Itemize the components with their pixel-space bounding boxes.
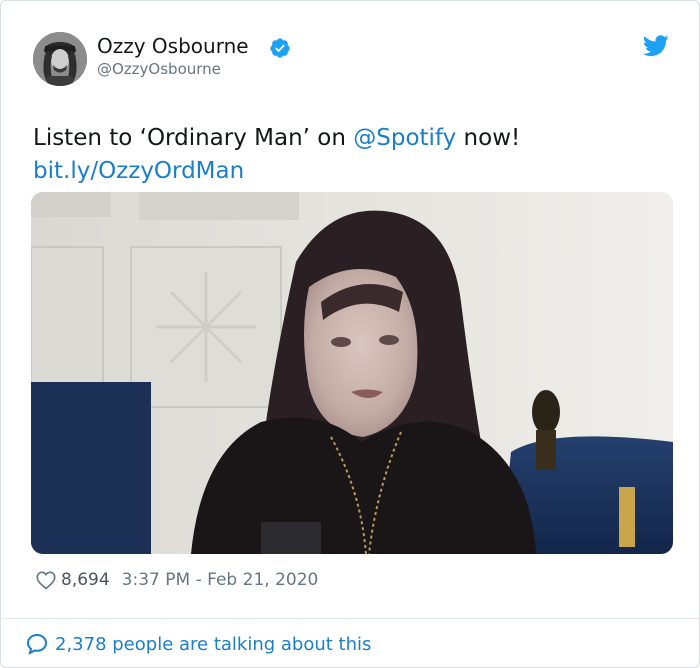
media-photo [31,192,673,554]
tweet-card: Ozzy Osbourne @OzzyOsbourne Listen to ‘O… [0,0,700,668]
talking-about-link[interactable]: 2,378 people are talking about this [25,630,371,658]
spotify-mention-link[interactable]: @Spotify [353,125,456,151]
handle[interactable]: @OzzyOsbourne [97,59,221,79]
tweet-text: Listen to ‘Ordinary Man’ on @Spotify now… [33,122,673,188]
tweet-meta: 8,694 3:37 PM - Feb 21, 2020 [35,567,318,593]
tweet-date[interactable]: Feb 21, 2020 [207,570,318,590]
tweet-media-image[interactable] [31,192,673,554]
talking-about-text[interactable]: 2,378 people are talking about this [55,634,371,655]
display-name[interactable]: Ozzy Osbourne [97,33,249,59]
like-count[interactable]: 8,694 [61,570,110,590]
heart-icon[interactable] [35,569,57,591]
avatar-image [33,32,87,86]
tweet-url-link[interactable]: bit.ly/OzzyOrdMan [33,158,244,184]
tweet-time[interactable]: 3:37 PM [122,570,191,590]
meta-separator: - [190,570,208,590]
twitter-bird-icon[interactable] [643,35,669,57]
avatar[interactable] [33,32,87,86]
divider [2,618,700,619]
reply-bubble-icon [26,633,48,655]
verified-badge-icon [270,38,290,58]
tweet-text-prefix: Listen to ‘Ordinary Man’ on [33,125,354,151]
tweet-text-suffix: now! [456,125,521,151]
